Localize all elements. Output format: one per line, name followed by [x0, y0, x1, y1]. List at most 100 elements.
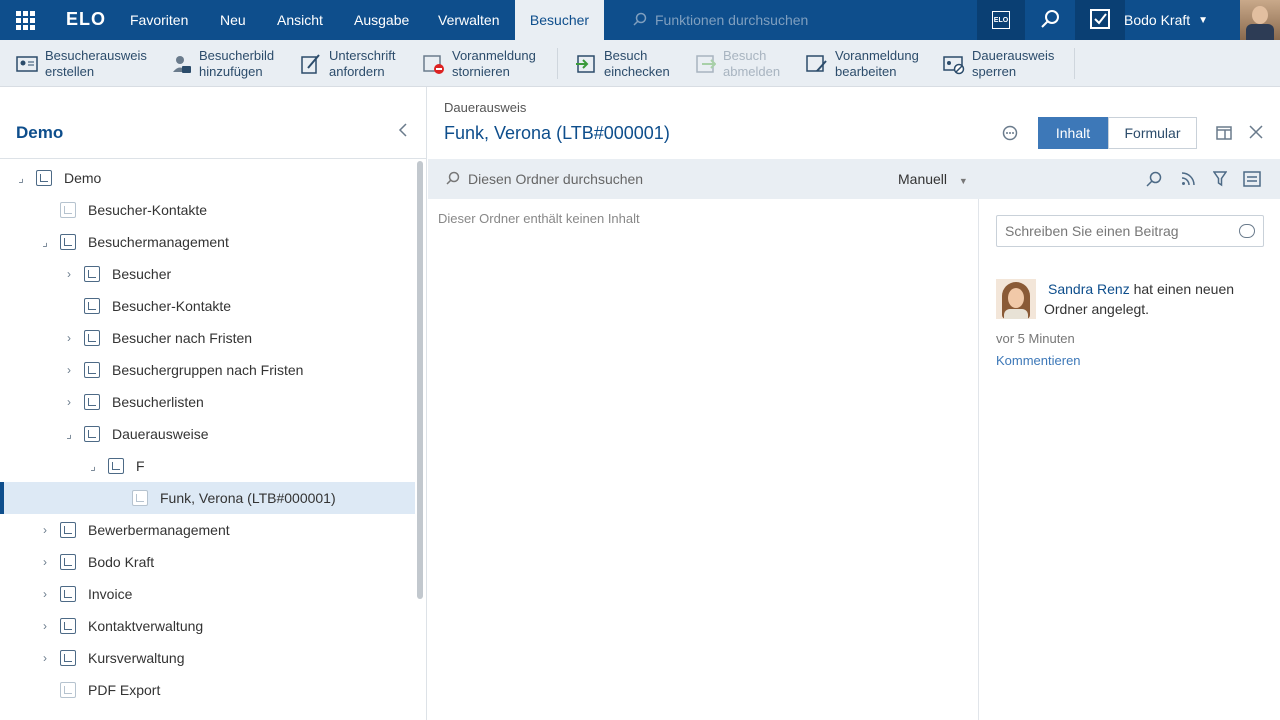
tree-item[interactable]: ⌟ F: [0, 450, 415, 482]
menu-besucher[interactable]: Besucher: [515, 0, 604, 40]
tree-item[interactable]: › Kontaktverwaltung: [0, 610, 415, 642]
global-search-button[interactable]: [1025, 0, 1075, 40]
document-icon: [60, 682, 76, 698]
rss-icon[interactable]: [1181, 172, 1195, 189]
tree-item-label: Besuchergruppen nach Fristen: [112, 362, 304, 378]
feed-toggle-icon[interactable]: [1002, 125, 1018, 146]
list-view-icon[interactable]: [1243, 171, 1261, 190]
user-menu[interactable]: Bodo Kraft ▼: [1124, 0, 1208, 40]
chevron-right-icon[interactable]: ›: [38, 619, 52, 633]
elo-badge-button[interactable]: ELO: [977, 0, 1025, 40]
tree-item-label: Besucher: [112, 266, 172, 282]
chevron-right-icon[interactable]: ›: [62, 331, 76, 345]
block-permanent-badge-button[interactable]: Dauerausweis sperren: [943, 40, 1054, 87]
tree-item[interactable]: ⌟ Dauerausweise: [0, 418, 415, 450]
check-in-visit-button[interactable]: Besuch einchecken: [575, 40, 670, 87]
tab-form[interactable]: Formular: [1108, 117, 1197, 149]
post-input[interactable]: [997, 216, 1227, 246]
search-icon: [446, 171, 460, 188]
menu-ausgabe[interactable]: Ausgabe: [354, 0, 409, 40]
chevron-right-icon[interactable]: ›: [38, 651, 52, 665]
id-card-icon: [16, 53, 38, 75]
tree-item[interactable]: › Bodo Kraft: [0, 546, 415, 578]
edit-preregistration-button[interactable]: Voranmeldung bearbeiten: [806, 40, 919, 87]
post-input-field[interactable]: [996, 215, 1264, 247]
chevron-right-icon[interactable]: ›: [38, 555, 52, 569]
folder-icon: [60, 522, 76, 538]
tree-item[interactable]: ⌟ Demo: [0, 162, 415, 194]
chevron-right-icon[interactable]: ›: [62, 267, 76, 281]
tree-item[interactable]: › Besucher: [0, 258, 415, 290]
contacts-folder-icon: [60, 202, 76, 218]
tree-item-label: PDF Export: [88, 682, 161, 698]
user-folder-icon: [60, 554, 76, 570]
feed-author-link[interactable]: Sandra Renz: [1044, 281, 1130, 297]
chevron-right-icon[interactable]: ›: [62, 395, 76, 409]
function-search-placeholder: Funktionen durchsuchen: [655, 12, 809, 28]
tree-item[interactable]: › Besuchergruppen nach Fristen: [0, 354, 415, 386]
toolbar-label: Voranmeldung bearbeiten: [835, 47, 919, 79]
tree-item-label: Invoice: [88, 586, 133, 602]
tree-item[interactable]: › Besucher nach Fristen: [0, 322, 415, 354]
comment-bubble-icon: [1239, 224, 1255, 238]
collapse-icon[interactable]: ⌟: [62, 427, 76, 441]
tree-item[interactable]: › Invoice: [0, 578, 415, 610]
folder-icon: [84, 426, 100, 442]
tree-item[interactable]: ⌟ Besuchermanagement: [0, 226, 415, 258]
tree-item-label: Besucher nach Fristen: [112, 330, 253, 346]
content-area: Dauerausweis Funk, Verona (LTB#000001) I…: [428, 87, 1280, 720]
chevron-left-icon[interactable]: [398, 123, 408, 142]
chevron-right-icon[interactable]: ›: [62, 363, 76, 377]
folder-icon: [60, 586, 76, 602]
app-grid-icon[interactable]: [0, 0, 50, 40]
breadcrumb: Dauerausweis: [444, 100, 527, 115]
tree-scrollbar[interactable]: [417, 161, 423, 599]
folder-icon: [60, 650, 76, 666]
tree-item-label: F: [136, 458, 145, 474]
tab-content[interactable]: Inhalt: [1038, 117, 1108, 149]
close-icon[interactable]: [1249, 125, 1263, 144]
user-avatar[interactable]: [1240, 0, 1280, 40]
chevron-right-icon[interactable]: ›: [38, 523, 52, 537]
cancel-preregistration-button[interactable]: Voranmeldung stornieren: [423, 40, 536, 87]
tree-item-selected[interactable]: Funk, Verona (LTB#000001): [0, 482, 415, 514]
calendar-cancel-icon: [423, 53, 445, 75]
tree-item[interactable]: › Besucherlisten: [0, 386, 415, 418]
create-visitor-badge-button[interactable]: Besucherausweis erstellen: [16, 40, 147, 87]
tree-item[interactable]: PDF Export: [0, 674, 415, 706]
search-icon: [1040, 9, 1060, 32]
toolbar-label: Unterschrift anfordern: [329, 47, 396, 79]
page-title: Funk, Verona (LTB#000001): [444, 123, 670, 143]
user-name: Bodo Kraft: [1124, 12, 1191, 28]
add-visitor-photo-button[interactable]: Besucherbild hinzufügen: [170, 40, 274, 87]
tree-item-label: Bodo Kraft: [88, 554, 155, 570]
folder-search-placeholder: Diesen Ordner durchsuchen: [468, 171, 644, 187]
check-out-visit-button[interactable]: Besuch abmelden: [694, 40, 780, 87]
menu-neu[interactable]: Neu: [220, 0, 246, 40]
archive-icon: [36, 170, 52, 186]
menu-ansicht[interactable]: Ansicht: [277, 0, 323, 40]
chevron-right-icon[interactable]: ›: [38, 587, 52, 601]
collapse-icon[interactable]: ⌟: [86, 459, 100, 473]
filter-icon[interactable]: [1212, 171, 1228, 190]
tree-item-label: Kontaktverwaltung: [88, 618, 204, 634]
menu-verwalten[interactable]: Verwalten: [438, 0, 499, 40]
collapse-icon[interactable]: ⌟: [14, 171, 28, 185]
tree-item[interactable]: Besucher-Kontakte: [0, 290, 415, 322]
folder-search-bar[interactable]: Diesen Ordner durchsuchen Manuell ▼: [428, 159, 980, 199]
toolbar-label: Besuch abmelden: [723, 47, 781, 79]
function-search[interactable]: Funktionen durchsuchen: [633, 0, 808, 40]
search-icon[interactable]: [1146, 171, 1162, 190]
tree-item[interactable]: › Bewerbermanagement: [0, 514, 415, 546]
collapse-icon[interactable]: ⌟: [38, 235, 52, 249]
person-camera-icon: [170, 53, 192, 75]
menu-favoriten[interactable]: Favoriten: [130, 0, 188, 40]
tree-item[interactable]: Besucher-Kontakte: [0, 194, 415, 226]
check-out-icon: [694, 53, 717, 75]
layout-icon[interactable]: [1216, 125, 1232, 146]
tasks-button[interactable]: [1075, 0, 1125, 40]
tree-item[interactable]: › Kursverwaltung: [0, 642, 415, 674]
sort-dropdown[interactable]: Manuell ▼: [898, 171, 968, 187]
comment-link[interactable]: Kommentieren: [996, 353, 1081, 368]
request-signature-button[interactable]: Unterschrift anfordern: [300, 40, 395, 87]
